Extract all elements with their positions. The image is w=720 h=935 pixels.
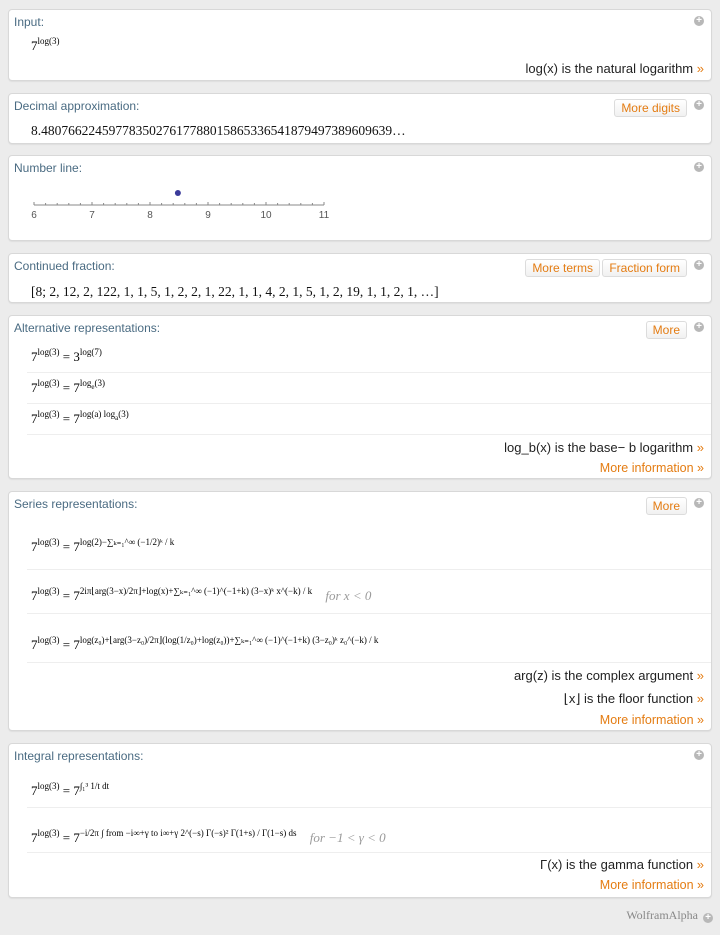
floor-note[interactable]: ⌊x⌋ is the floor function » [564, 691, 704, 707]
pod-title: Continued fraction: [14, 259, 115, 273]
continued-fraction-value: [8; 2, 12, 2, 122, 1, 1, 5, 1, 2, 2, 1, … [31, 284, 439, 299]
divider [27, 372, 711, 373]
pod-title: Alternative representations: [14, 321, 161, 335]
input-note[interactable]: log(x) is the natural logarithm » [526, 61, 705, 76]
plus-icon[interactable]: + [703, 913, 713, 923]
number-line-pod: Number line: + 6 7 8 9 10 11 [8, 155, 712, 241]
pod-title: Input: [14, 15, 45, 29]
log-base-note[interactable]: log_b(x) is the base− b logarithm » [504, 440, 704, 455]
value-point [174, 190, 181, 196]
divider [27, 569, 711, 570]
number-line-chart: 6 7 8 9 10 11 [31, 190, 330, 221]
pod-title: Decimal approximation: [14, 99, 140, 113]
fraction-form-button[interactable]: Fraction form [602, 259, 687, 277]
divider [27, 434, 711, 435]
series-row: 7log(3) = 7log(z₀)+⌊arg(3−z₀)/2π⌋(log(1/… [31, 635, 379, 652]
alternative-pod: Alternative representations: More + 7log… [8, 315, 712, 479]
divider [27, 403, 711, 404]
gamma-note[interactable]: Γ(x) is the gamma function » [540, 857, 704, 872]
divider [27, 662, 711, 663]
more-button[interactable]: More [645, 497, 687, 515]
decimal-pod: Decimal approximation: More digits + 8.4… [8, 93, 712, 144]
plus-icon[interactable]: + [694, 498, 704, 508]
more-terms-button[interactable]: More terms [525, 259, 600, 277]
tick-label: 9 [205, 210, 211, 221]
divider [27, 613, 711, 614]
integral-pod: Integral representations: + 7log(3) = 7∫… [8, 743, 712, 898]
decimal-value: 8.48076622459778350276177880158653365418… [31, 123, 406, 138]
wolframalpha-logo[interactable]: WolframAlpha [626, 908, 698, 923]
alt-row: 7log(3) = 3log(7) [31, 347, 102, 364]
more-information-link[interactable]: More information » [600, 878, 704, 892]
pod-title: Number line: [14, 161, 83, 175]
tick-label: 11 [319, 210, 330, 221]
plus-icon[interactable]: + [694, 100, 704, 110]
plus-icon[interactable]: + [694, 750, 704, 760]
divider [27, 852, 711, 853]
input-pod: Input: + 7log(3) log(x) is the natural l… [8, 9, 712, 81]
pod-title: Integral representations: [14, 749, 144, 763]
tick-label: 7 [89, 210, 95, 221]
series-pod: Series representations: More + 7log(3) =… [8, 491, 712, 731]
more-information-link[interactable]: More information » [600, 461, 704, 475]
more-button[interactable]: More [645, 321, 687, 339]
tick-label: 6 [31, 210, 37, 221]
alt-row: 7log(3) = 7log(a) loga(3) [31, 409, 129, 426]
integral-row: 7log(3) = 7−i/2π ∫ from −i∞+γ to i∞+γ 2^… [31, 828, 386, 845]
tick-label: 10 [260, 210, 272, 221]
alt-row: 7log(3) = 7loge(3) [31, 378, 105, 395]
input-expression: 7log(3) [31, 36, 60, 53]
more-information-link[interactable]: More information » [600, 713, 704, 727]
plus-icon[interactable]: + [694, 162, 704, 172]
plus-icon[interactable]: + [694, 16, 704, 26]
plus-icon[interactable]: + [694, 322, 704, 332]
more-digits-button[interactable]: More digits [614, 99, 687, 117]
series-row: 7log(3) = 7log(2)−∑ₖ₌₁^∞ (−1/2)ᵏ / k [31, 537, 175, 554]
tick-label: 8 [147, 210, 153, 221]
continued-fraction-pod: Continued fraction: More terms Fraction … [8, 253, 712, 303]
series-row: 7log(3) = 72iπ⌊arg(3−x)/2π⌋+log(x)+∑ₖ₌₁^… [31, 586, 372, 603]
arg-note[interactable]: arg(z) is the complex argument » [514, 668, 704, 683]
pod-title: Series representations: [14, 497, 138, 511]
plus-icon[interactable]: + [694, 260, 704, 270]
divider [27, 807, 711, 808]
integral-row: 7log(3) = 7∫₁³ 1/t dt [31, 781, 110, 798]
